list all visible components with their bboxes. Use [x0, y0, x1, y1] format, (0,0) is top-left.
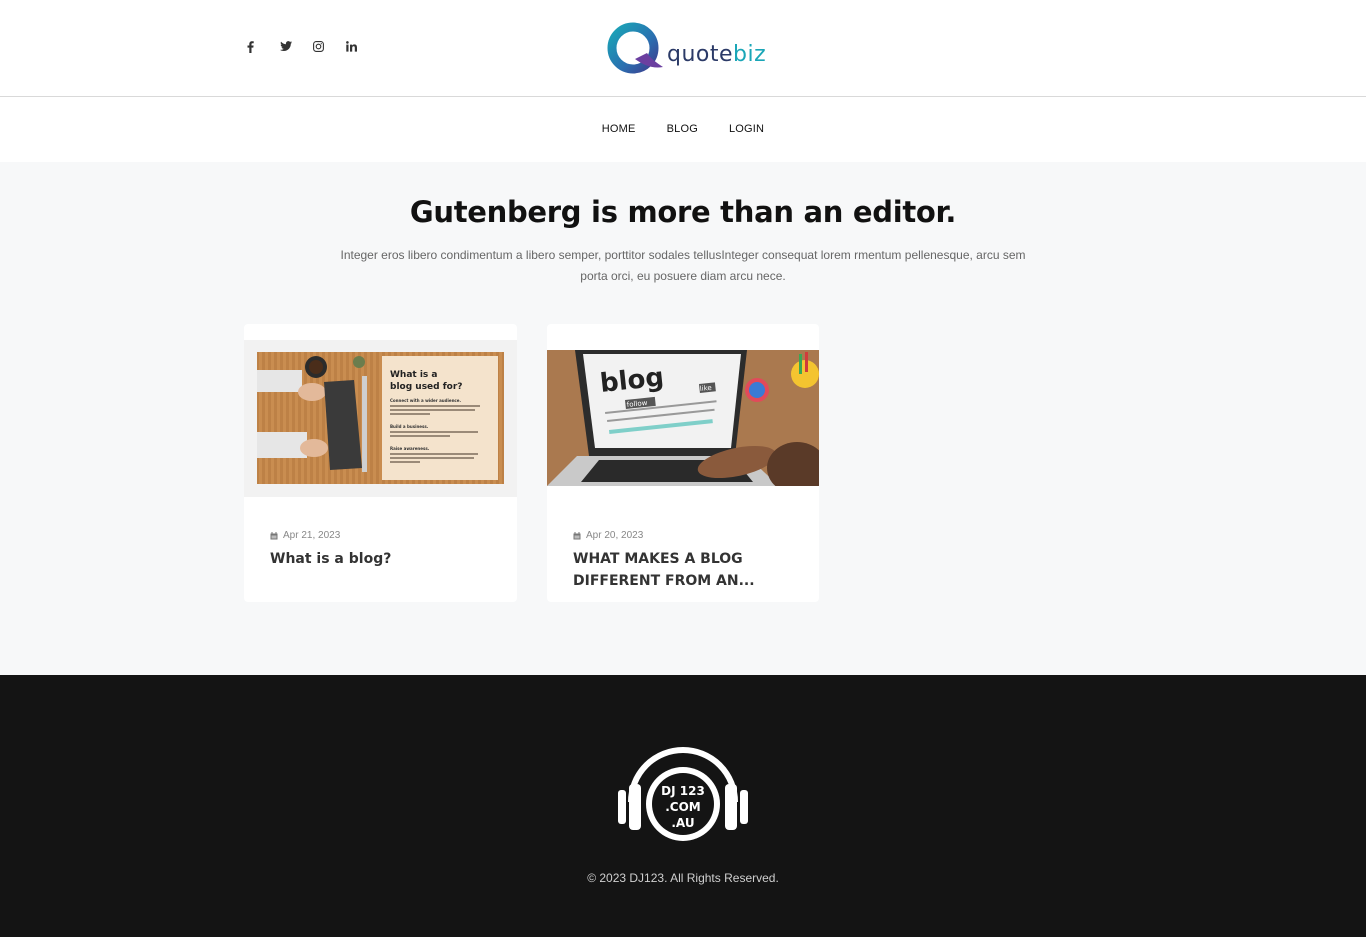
thumbnail-heading-2: blog used for? — [390, 382, 463, 392]
main-nav: HOME BLOG LOGIN — [0, 123, 1366, 135]
thumbnail-point-1: Connect with a wider audience. — [390, 398, 462, 403]
main-navbar: HOME BLOG LOGIN — [0, 97, 1366, 162]
calendar-icon — [573, 531, 581, 539]
site-logo[interactable]: quotebiz — [607, 21, 766, 75]
facebook-icon[interactable] — [244, 38, 277, 56]
post-title[interactable]: What is a blog? — [270, 548, 500, 570]
logo-text-biz: biz — [733, 41, 767, 67]
dj-logo-line-1: DJ 123 — [661, 784, 705, 798]
post-meta: Apr 20, 2023 — [573, 530, 643, 541]
instagram-icon[interactable] — [310, 38, 343, 56]
logo-wordmark: quotebiz — [667, 42, 766, 67]
blog-post-card[interactable]: blog follow like Apr 20, 2023 WHAT MAKES… — [547, 324, 819, 602]
thumbnail-like-tag: like — [699, 384, 712, 393]
site-footer: DJ 123 .COM .AU © 2023 DJ123. All Rights… — [0, 675, 1366, 937]
nav-home-link[interactable]: HOME — [602, 123, 636, 135]
thumbnail-point-2: Build a business. — [390, 424, 429, 429]
thumbnail-point-3: Raise awareness. — [390, 446, 430, 451]
top-header: quotebiz — [0, 0, 1366, 97]
nav-blog-link[interactable]: BLOG — [667, 123, 698, 135]
dj-logo-line-2: .COM — [665, 800, 701, 814]
nav-login-link[interactable]: LOGIN — [729, 123, 764, 135]
copyright-text: © 2023 DJ123. All Rights Reserved. — [587, 871, 779, 885]
blog-post-thumbnail[interactable]: blog follow like — [547, 350, 819, 486]
post-title[interactable]: WHAT MAKES A BLOG DIFFERENT FROM AN... — [573, 548, 803, 592]
blog-post-thumbnail[interactable]: What is a blog used for? Connect with a … — [244, 340, 517, 497]
post-date: Apr 20, 2023 — [586, 530, 644, 541]
page-title: Gutenberg is more than an editor. — [409, 195, 957, 229]
dj-logo-line-3: .AU — [671, 816, 694, 830]
logo-text-quote: quote — [667, 41, 734, 67]
twitter-icon[interactable] — [277, 38, 310, 56]
post-meta: Apr 21, 2023 — [270, 530, 340, 541]
linkedin-icon[interactable] — [343, 38, 376, 56]
dj123-logo[interactable]: DJ 123 .COM .AU — [617, 732, 749, 844]
page-description: Integer eros libero condimentum a libero… — [340, 248, 1026, 283]
calendar-icon — [270, 531, 278, 539]
quotebiz-logo-mark-icon — [607, 22, 663, 74]
thumbnail-heading-1: What is a — [390, 370, 438, 380]
blog-post-card[interactable]: What is a blog used for? Connect with a … — [244, 324, 517, 602]
social-links — [244, 38, 376, 56]
post-date: Apr 21, 2023 — [283, 530, 341, 541]
